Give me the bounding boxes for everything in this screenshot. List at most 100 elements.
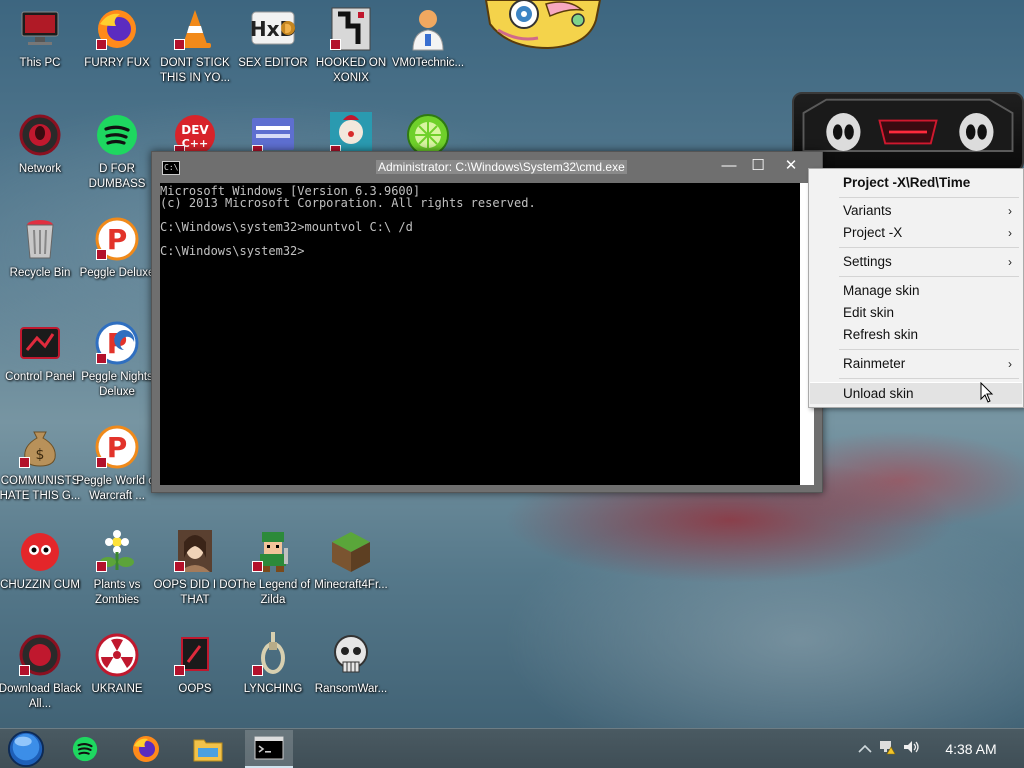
desktop-icon-chuzzin[interactable]: CHUZZIN CUM [0,528,80,628]
desktop-icon-furry-fux[interactable]: FURRY FUX [77,6,157,106]
svg-text:$: $ [36,447,45,463]
rainmeter-skin-widget[interactable] [792,92,1024,172]
firefox-icon [94,6,140,52]
desktop-icon-peggle-wow[interactable]: P Peggle World of Warcraft ... [76,424,158,524]
alien-orb-icon [17,632,63,678]
shortcut-arrow-icon [96,39,107,50]
technician-icon [405,6,451,52]
desktop-icon-label: Peggle Nights Deluxe [81,371,153,398]
chevron-right-icon: › [1008,255,1012,269]
desktop-icon-hooked-on-xonix[interactable]: HOOKED ON XONIX [311,6,391,106]
rainmeter-context-menu[interactable]: Project -X\Red\Time Variants › Project -… [808,168,1024,408]
menu-item-label: Variants [843,203,892,218]
shortcut-arrow-icon [174,665,185,676]
desktop-icon-label: OOPS [178,683,212,695]
taskbar: 4:38 AM [0,728,1024,768]
cmd-icon [254,736,284,760]
menu-item-label: Unload skin [843,386,914,401]
hxd-editor-icon: HxD [250,6,296,52]
menu-item-refresh-skin[interactable]: Refresh skin [810,324,1022,346]
desktop-icon-peggle-deluxe[interactable]: P Peggle Deluxe [77,216,157,316]
vlc-cone-icon [172,6,218,52]
shortcut-arrow-icon [252,665,263,676]
desktop-icon-vm0technic[interactable]: VM0Technic... [388,6,468,106]
radiation-icon [94,632,140,678]
show-hidden-icons-chevron-up-icon[interactable] [855,742,875,756]
desktop-icon-oops-did-i[interactable]: OOPS DID I DO THAT [153,528,237,628]
noose-icon [250,632,296,678]
desktop-icon-network[interactable]: Network [0,112,80,212]
menu-item-label: Manage skin [843,283,920,298]
menu-item-manage-skin[interactable]: Manage skin [810,280,1022,302]
start-button[interactable] [2,730,50,768]
desktop-icon-label: HOOKED ON XONIX [315,57,387,84]
cmd-console-output[interactable]: Microsoft Windows [Version 6.3.9600] (c)… [160,183,802,485]
control-panel-icon [17,320,63,366]
money-bag-icon: $ [17,424,63,470]
console-line: (c) 2013 Microsoft Corporation. All righ… [160,196,536,210]
menu-item-rainmeter[interactable]: Rainmeter › [810,353,1022,375]
desktop-icon-label: Control Panel [5,371,75,383]
shortcut-arrow-icon [96,457,107,468]
menu-separator [839,378,1019,379]
desktop-icon-sex-editor[interactable]: HxD SEX EDITOR [233,6,313,106]
shortcut-arrow-icon [330,39,341,50]
taskbar-spotify-button[interactable] [61,730,109,768]
minimize-button[interactable]: — [714,154,744,178]
svg-text:P: P [107,223,128,256]
taskbar-firefox-button[interactable] [122,730,170,768]
cmd-window[interactable]: C:\ Administrator: C:\Windows\System32\c… [151,151,823,493]
desktop-icon-plants-vs-zombies[interactable]: Plants vs Zombies [77,528,157,628]
desktop-icon-peggle-nights[interactable]: P Peggle Nights Deluxe [77,320,157,420]
taskbar-cmd-button[interactable] [245,730,293,768]
menu-item-variants[interactable]: Variants › [810,200,1022,222]
peggle-icon: P [94,424,140,470]
desktop-icon-this-pc[interactable]: This PC [0,6,80,106]
desktop-icon-ransomware[interactable]: RansomWar... [311,632,391,732]
desktop-icon-label: Plants vs Zombies [93,579,141,606]
maximize-button[interactable]: ☐ [743,154,773,178]
firefox-icon [133,736,159,762]
skull-icon [328,632,374,678]
shortcut-arrow-icon [19,457,30,468]
network-warning-icon[interactable] [875,738,899,761]
spotify-icon [94,112,140,158]
menu-item-label: Project -X [843,225,903,240]
menu-item-settings[interactable]: Settings › [810,251,1022,273]
chevron-right-icon: › [1008,357,1012,371]
menu-item-edit-skin[interactable]: Edit skin [810,302,1022,324]
desktop-icon-label: LYNCHING [243,683,303,695]
cmd-app-icon: C:\ [162,161,180,175]
menu-separator [839,197,1019,198]
close-button[interactable]: ✕ [776,154,806,178]
desktop-icon-d-for-dumbass[interactable]: D FOR DUMBASS [77,112,157,212]
desktop-icon-recycle-bin[interactable]: Recycle Bin [0,216,80,316]
desktop-icon-oops[interactable]: OOPS [155,632,235,732]
taskbar-explorer-button[interactable] [184,730,232,768]
desktop-icon-label: The Legend of Zilda [235,579,311,606]
chevron-right-icon: › [1008,226,1012,240]
pixel-hero-icon [250,528,296,574]
menu-item-project-x[interactable]: Project -X › [810,222,1022,244]
speaker-volume-icon[interactable] [899,738,923,761]
taskbar-clock[interactable]: 4:38 AM [936,729,1006,768]
peggle-icon: P [94,216,140,262]
shortcut-arrow-icon [19,665,30,676]
desktop-icon-ukraine[interactable]: UKRAINE [77,632,157,732]
desktop-icon-dont-stick[interactable]: DONT STICK THIS IN YO... [155,6,235,106]
cmd-title-bar[interactable]: C:\ Administrator: C:\Windows\System32\c… [152,152,822,183]
spotify-icon [72,736,98,762]
desktop-icon-legend-of-zilda[interactable]: The Legend of Zilda [233,528,313,628]
console-line: C:\Windows\system32>mountvol C:\ /d [160,220,413,234]
desktop-icon-communists[interactable]: $ COMMUNISTS HATE THIS G... [0,424,80,524]
desktop-icon-lynching[interactable]: LYNCHING [233,632,313,732]
desktop-icon-minecraft[interactable]: Minecraft4Fr... [311,528,391,628]
desktop-icon-label: CHUZZIN CUM [0,579,80,591]
anime-sticker-image [478,0,608,50]
desktop-icon-download-black[interactable]: Download Black All... [0,632,81,732]
desktop-icon-control-panel[interactable]: Control Panel [0,320,80,420]
menu-item-label: Rainmeter [843,356,906,371]
desktop-icon-label: RansomWar... [314,683,388,695]
menu-header-skin-name[interactable]: Project -X\Red\Time [810,172,1022,194]
shortcut-arrow-icon [96,561,107,572]
